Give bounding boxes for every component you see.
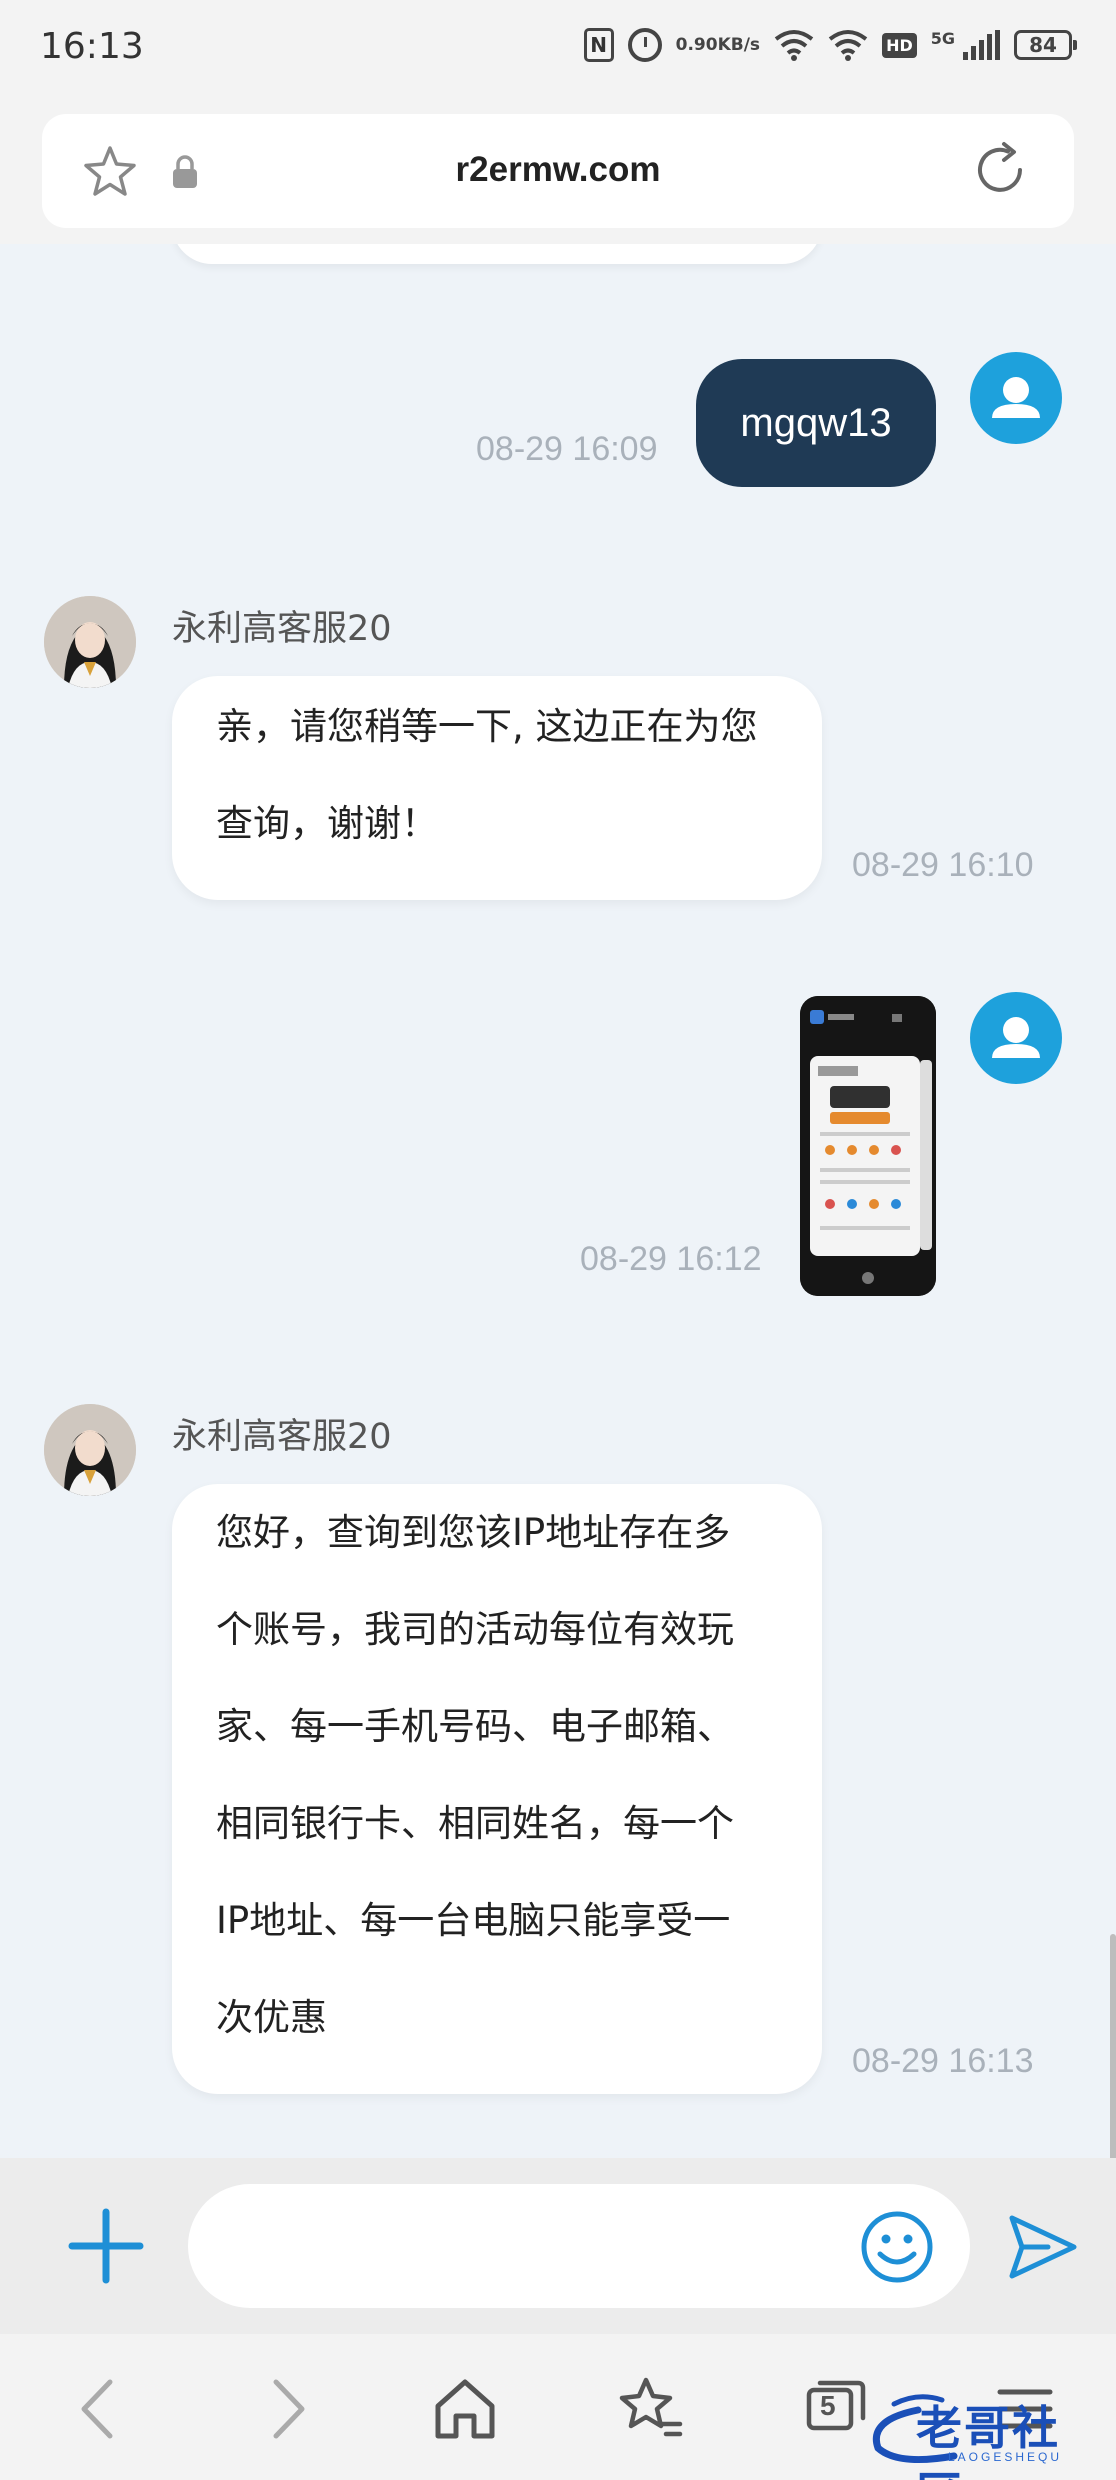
plus-icon[interactable]: [66, 2206, 146, 2286]
network-speed-value: 0.90: [675, 35, 718, 55]
user-avatar-icon: [992, 377, 1040, 418]
emoji-icon[interactable]: [860, 2210, 934, 2284]
message-timestamp: 08-29 16:09: [476, 430, 658, 468]
wifi-icon: [774, 30, 814, 61]
bookmarks-icon[interactable]: [616, 2374, 686, 2444]
signal-icon: [963, 30, 1000, 60]
status-bar: 16:13 N 0.90 KB/s HD 5G 84: [0, 0, 1116, 100]
message-timestamp: 08-29 16:10: [852, 846, 1034, 884]
nfc-icon: N: [583, 28, 614, 62]
message-composer: [0, 2158, 1116, 2334]
address-bar[interactable]: r2ermw.com: [42, 114, 1074, 228]
network-speed-unit: KB/s: [717, 35, 761, 55]
previous-message-bubble: [172, 244, 822, 264]
network-speed: 0.90 KB/s: [676, 36, 760, 54]
user-avatar: [970, 352, 1062, 444]
agent-avatar: [44, 1404, 136, 1496]
message-line: 次优惠: [216, 1996, 327, 2039]
status-time: 16:13: [40, 26, 144, 67]
incoming-message-bubble[interactable]: 您好，查询到您该IP地址存在多 个账号，我司的活动每位有效玩 家、每一手机号码、…: [172, 1484, 822, 2094]
chat-scrollbar[interactable]: [1110, 1934, 1116, 2158]
forward-icon[interactable]: [250, 2374, 320, 2444]
incoming-message-bubble[interactable]: 亲，请您稍等一下, 这边正在为您 查询，谢谢！: [172, 676, 822, 900]
message-line: 亲，请您稍等一下, 这边正在为您: [216, 705, 758, 748]
message-line: 相同银行卡、相同姓名，每一个: [216, 1802, 734, 1845]
url-text: r2ermw.com: [455, 150, 661, 189]
message-line: 个账号，我司的活动每位有效玩: [216, 1608, 734, 1651]
sender-name: 永利高客服20: [172, 609, 392, 649]
watermark-subtext: LAOGESHEQU: [948, 2450, 1063, 2464]
tabs-icon: [806, 2380, 866, 2431]
user-avatar-icon: [992, 1017, 1040, 1058]
message-timestamp: 08-29 16:13: [852, 2042, 1034, 2080]
watermark-logo: 老哥社区 LAOGESHEQU: [858, 2390, 1094, 2480]
back-icon[interactable]: [66, 2374, 136, 2444]
chat-messages[interactable]: mgqw13 08-29 16:09 永利高客服20 亲，请您稍等一下, 这边正…: [0, 244, 1116, 2158]
message-line: 家、每一手机号码、电子邮箱、: [216, 1705, 734, 1748]
message-input[interactable]: [188, 2184, 970, 2308]
status-icons: N 0.90 KB/s HD 5G 84: [583, 28, 1077, 62]
browser-toolbar: r2ermw.com: [0, 100, 1116, 244]
tab-count: 5: [820, 2390, 836, 2421]
network-type: 5G: [930, 28, 955, 48]
alarm-icon: [627, 28, 662, 62]
user-avatar: [970, 992, 1062, 1084]
wifi-icon-2: [828, 30, 868, 61]
message-line: 您好，查询到您该IP地址存在多: [216, 1511, 731, 1554]
screenshot-thumbnail: [800, 996, 936, 1296]
battery-icon: 84: [1014, 30, 1077, 60]
agent-avatar-image: [44, 596, 136, 688]
home-icon[interactable]: [430, 2374, 500, 2444]
tabs-button[interactable]: 5: [806, 2378, 866, 2432]
message-line: 查询，谢谢！: [216, 802, 438, 845]
agent-avatar: [44, 596, 136, 688]
sender-name: 永利高客服20: [172, 1417, 392, 1457]
screenshot-image-message[interactable]: [800, 996, 936, 1296]
message-text: mgqw13: [740, 400, 892, 445]
message-timestamp: 08-29 16:12: [580, 1240, 762, 1278]
hd-badge: HD: [882, 32, 917, 58]
send-icon[interactable]: [1008, 2214, 1078, 2280]
agent-avatar-image: [44, 1404, 136, 1496]
watermark-text: 老哥社区: [916, 2401, 1060, 2480]
message-line: IP地址、每一台电脑只能享受一: [216, 1899, 731, 1942]
outgoing-message-bubble[interactable]: mgqw13: [696, 359, 936, 487]
refresh-icon[interactable]: [970, 140, 1030, 200]
